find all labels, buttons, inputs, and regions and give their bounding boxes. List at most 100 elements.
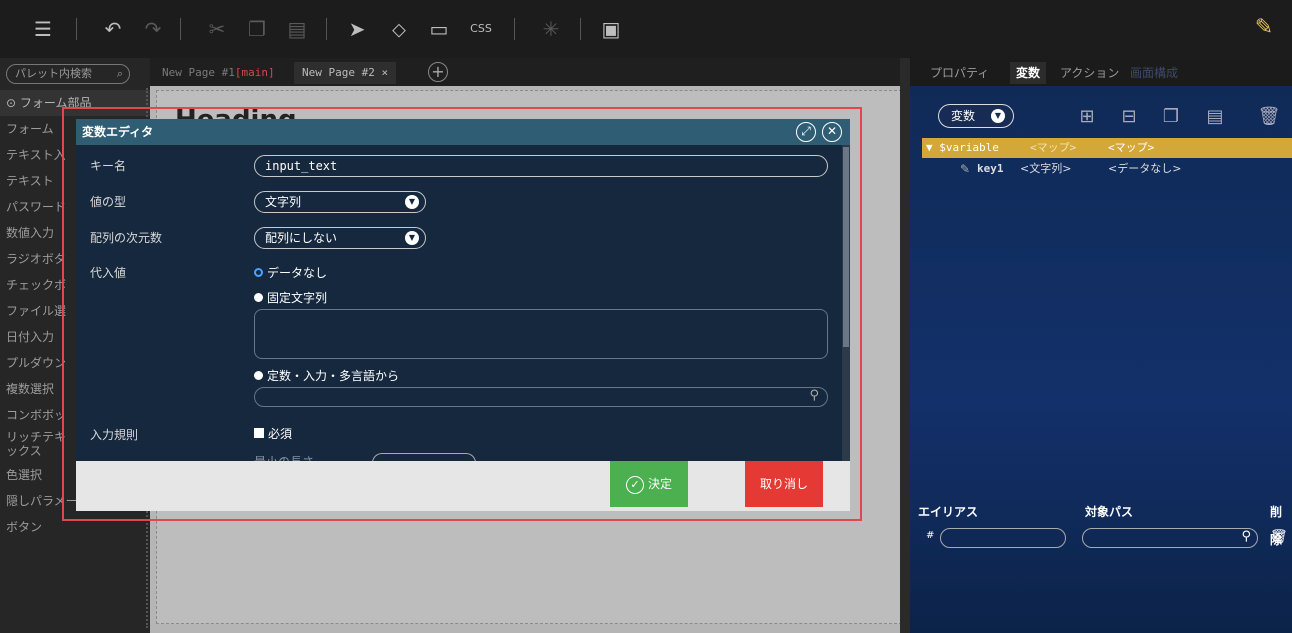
tree-root-key: ▼ $variable bbox=[926, 141, 999, 154]
chevron-down-icon: ▼ bbox=[405, 231, 419, 245]
radio-selected-icon bbox=[254, 268, 263, 277]
add-variable-icon[interactable]: ⊞ bbox=[1074, 104, 1100, 130]
tab-page-1[interactable]: New Page #1[main] bbox=[154, 62, 283, 84]
alias-prefix: # bbox=[926, 530, 935, 541]
cut-icon[interactable]: ✂ bbox=[204, 16, 230, 42]
radio-no-data[interactable]: データなし bbox=[254, 264, 327, 281]
right-panel: プロパティ 変数 アクション 画面構成 変数 ▼ ⊞ ⊟ ❐ ▤ 🗑 ▼ $va… bbox=[910, 58, 1292, 633]
right-panel-tabs: プロパティ 変数 アクション 画面構成 bbox=[910, 58, 1292, 86]
expand-icon[interactable]: ⤢ bbox=[796, 122, 816, 142]
variable-editor-dialog: 変数エディタ ⤢ ✕ キー名 input_text 値の型 文字列 ▼ 配列の次… bbox=[76, 119, 850, 511]
json-icon[interactable]: ▤ bbox=[1202, 104, 1228, 130]
pencil-icon: ✎ bbox=[960, 162, 971, 176]
search-icon: ⌕ bbox=[116, 67, 123, 80]
tab-page-2[interactable]: New Page #2 × bbox=[294, 62, 397, 84]
input-rule-label: 入力規則 bbox=[90, 428, 139, 442]
cursor-select-icon[interactable]: ⬦ bbox=[386, 16, 412, 42]
trash-icon[interactable]: 🗑 bbox=[1256, 104, 1282, 130]
cancel-button[interactable]: 取り消し bbox=[745, 461, 823, 507]
radio-no-data-label: データなし bbox=[267, 266, 328, 280]
toolbar-separator bbox=[580, 18, 581, 40]
key-name-label: キー名 bbox=[90, 159, 127, 173]
dialog-title: 変数エディタ bbox=[82, 125, 154, 139]
add-page-icon[interactable]: + bbox=[428, 62, 448, 82]
tree-child-value: <データなし> bbox=[1108, 162, 1182, 175]
add-map-icon[interactable]: ⊟ bbox=[1116, 104, 1142, 130]
array-dim-value: 配列にしない bbox=[265, 231, 338, 245]
constant-search-input[interactable]: ⚲ bbox=[254, 387, 828, 407]
value-type-select[interactable]: 文字列 ▼ bbox=[254, 191, 426, 213]
tab-screen-structure[interactable]: 画面構成 bbox=[1124, 62, 1184, 84]
array-dim-label: 配列の次元数 bbox=[90, 231, 163, 245]
layout-icon[interactable]: ▣ bbox=[598, 16, 624, 42]
database-icon[interactable]: ☰ bbox=[30, 16, 56, 42]
chevron-down-icon: ▼ bbox=[405, 195, 419, 209]
toolbar: ☰ ↶ ↷ ✂ ❐ ▤ ➤ ⬦ ▭ CSS ✳ ▣ ✎ bbox=[0, 0, 1292, 58]
copy-variable-icon[interactable]: ❐ bbox=[1158, 104, 1184, 130]
key-name-input[interactable]: input_text bbox=[254, 155, 828, 177]
chevron-down-icon: ▼ bbox=[991, 109, 1005, 123]
radio-from-constant[interactable]: 定数・入力・多言語から bbox=[254, 367, 399, 384]
alias-input[interactable] bbox=[940, 528, 1066, 548]
variable-tree-root[interactable]: ▼ $variable <マップ> <マップ> bbox=[922, 138, 1292, 158]
assign-value-label: 代入値 bbox=[90, 266, 127, 280]
trash-icon[interactable]: 🗑 bbox=[1270, 529, 1288, 545]
dialog-footer: ✓ 決定 取り消し bbox=[76, 461, 850, 511]
dialog-header[interactable]: 変数エディタ ⤢ ✕ bbox=[76, 119, 850, 145]
scrollbar-thumb[interactable] bbox=[843, 147, 849, 347]
tree-root-type: <マップ> bbox=[1030, 141, 1077, 154]
page-tabs: New Page #1[main] New Page #2 × + bbox=[150, 58, 910, 86]
radio-unselected-icon bbox=[254, 293, 263, 302]
close-icon[interactable]: ✕ bbox=[822, 122, 842, 142]
tree-root-value: <マップ> bbox=[1108, 141, 1155, 154]
search-icon[interactable]: ⚲ bbox=[809, 388, 819, 403]
dialog-scrollbar[interactable] bbox=[842, 145, 850, 461]
target-path-input[interactable]: ⚲ bbox=[1082, 528, 1258, 548]
variable-type-label: 変数 bbox=[951, 109, 976, 123]
confirm-label: 決定 bbox=[647, 477, 672, 491]
canvas-splitter[interactable] bbox=[900, 58, 910, 633]
tab-actions[interactable]: アクション bbox=[1054, 62, 1125, 84]
palette-search-input[interactable]: パレット内検索 ⌕ bbox=[6, 64, 130, 84]
variable-tree-child[interactable]: ✎ key1 <文字列> <データなし> bbox=[922, 158, 1292, 180]
tree-child-type: <文字列> bbox=[1020, 162, 1072, 175]
toolbar-separator bbox=[180, 18, 181, 40]
palette-search-label: パレット内検索 bbox=[15, 67, 92, 80]
radio-from-constant-label: 定数・入力・多言語から bbox=[267, 369, 400, 383]
fixed-string-textarea[interactable] bbox=[254, 309, 828, 359]
search-icon[interactable]: ⚲ bbox=[1241, 529, 1251, 544]
alias-row: # ⚲ 🗑 bbox=[910, 526, 1292, 550]
value-type-value: 文字列 bbox=[265, 195, 302, 209]
radio-unselected-icon bbox=[254, 371, 263, 380]
undo-icon[interactable]: ↶ bbox=[100, 16, 126, 42]
alias-column-header: エイリアス bbox=[918, 505, 979, 519]
edit-pencil-icon[interactable]: ✎ bbox=[1250, 14, 1278, 42]
checkbox-icon bbox=[254, 428, 264, 438]
main-page-marker: [main] bbox=[234, 66, 275, 79]
toolbar-separator bbox=[326, 18, 327, 40]
alias-table-header: エイリアス 対象パス 削除 bbox=[910, 498, 1292, 547]
toolbar-separator bbox=[76, 18, 77, 40]
monitor-icon[interactable]: ▭ bbox=[426, 16, 452, 42]
css-icon[interactable]: CSS bbox=[468, 16, 494, 42]
radio-fixed-string-label: 固定文字列 bbox=[267, 291, 328, 305]
tab-variables[interactable]: 変数 bbox=[1010, 62, 1047, 84]
copy-icon[interactable]: ❐ bbox=[244, 16, 270, 42]
sparkle-icon[interactable]: ✳ bbox=[538, 16, 564, 42]
paste-icon[interactable]: ▤ bbox=[284, 16, 310, 42]
radio-fixed-string[interactable]: 固定文字列 bbox=[254, 289, 327, 306]
redo-icon[interactable]: ↷ bbox=[140, 16, 166, 42]
target-path-column-header: 対象パス bbox=[1085, 505, 1134, 519]
required-label: 必須 bbox=[268, 427, 293, 441]
value-type-label: 値の型 bbox=[90, 195, 127, 209]
pointer-icon[interactable]: ➤ bbox=[344, 16, 370, 42]
array-dim-select[interactable]: 配列にしない ▼ bbox=[254, 227, 426, 249]
variable-type-select[interactable]: 変数 ▼ bbox=[938, 104, 1014, 128]
tab-properties[interactable]: プロパティ bbox=[924, 62, 995, 84]
tree-child-key: key1 bbox=[977, 162, 1004, 175]
check-circle-icon: ✓ bbox=[625, 475, 644, 494]
required-checkbox[interactable]: 必須 bbox=[254, 425, 292, 442]
toolbar-separator bbox=[514, 18, 515, 40]
confirm-button[interactable]: ✓ 決定 bbox=[610, 461, 688, 507]
tab-page-1-label: New Page #1 bbox=[162, 66, 235, 79]
